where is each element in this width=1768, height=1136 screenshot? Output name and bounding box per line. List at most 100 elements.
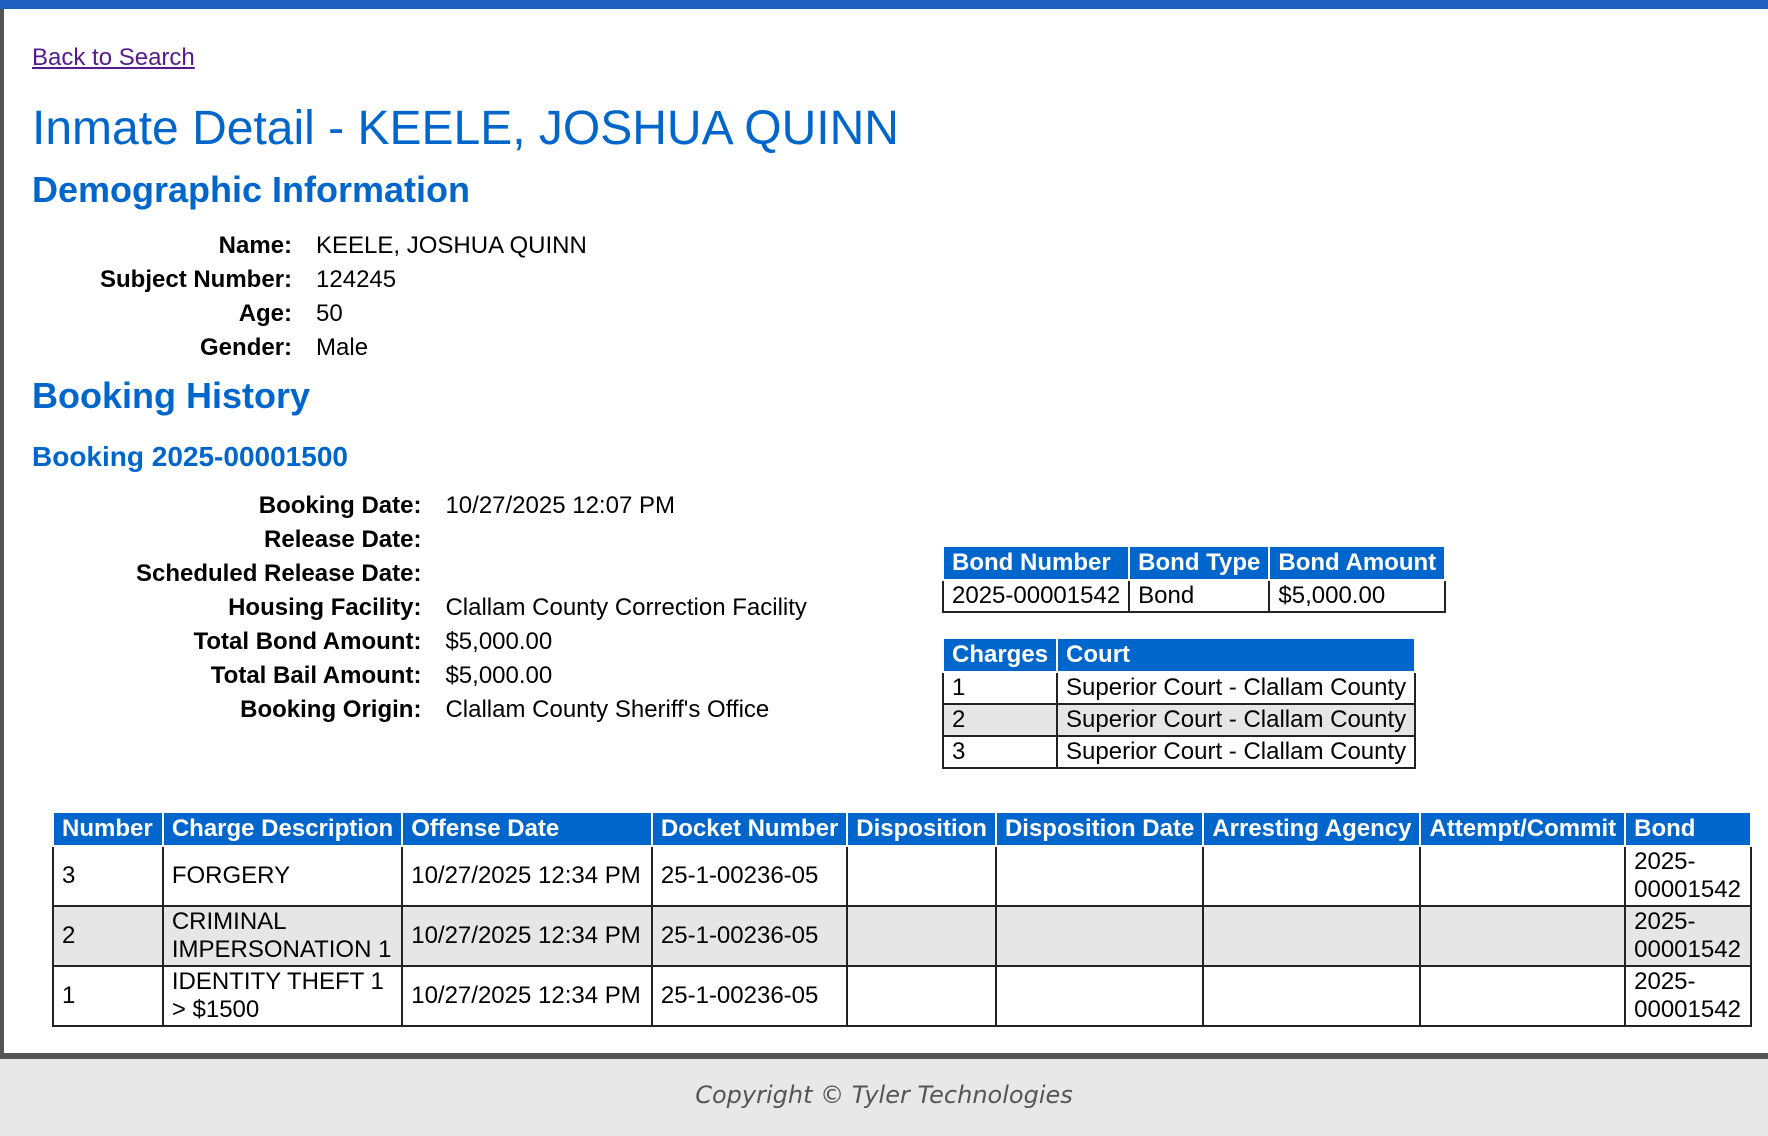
disposition-cell <box>846 905 997 967</box>
charge-number-cell: 1 <box>52 965 164 1027</box>
charges-table: Number Charge Description Offense Date D… <box>52 811 1752 1027</box>
top-accent-bar <box>0 0 1768 9</box>
court-header-row: Charges Court <box>941 637 1417 673</box>
bond-number-cell: 2025-00001542 <box>941 579 1131 613</box>
booking-label: Scheduled Release Date: <box>136 560 422 587</box>
booking-history-heading: Booking History <box>32 375 311 416</box>
booking-value: $5,000.00 <box>445 628 553 655</box>
disposition-date-cell <box>994 845 1205 907</box>
bond-row: 2025-00001542 Bond $5,000.00 <box>941 579 1447 613</box>
court-row: 1 Superior Court - Clallam County <box>941 671 1417 705</box>
court-row: 2 Superior Court - Clallam County <box>941 703 1417 737</box>
docket-number-cell: 25-1-00236-05 <box>650 845 849 907</box>
demographic-label: Age: <box>238 300 293 327</box>
offense-date-cell: 10/27/2025 12:34 PM <box>401 965 653 1027</box>
bond-type-cell: Bond <box>1128 579 1271 613</box>
charge-description-cell: IDENTITY THEFT 1 > $1500 <box>161 965 404 1027</box>
charge-row: 3 FORGERY 10/27/2025 12:34 PM 25-1-00236… <box>52 845 1752 907</box>
booking-value: $5,000.00 <box>445 662 553 689</box>
booking-row: Booking Origin: Clallam County Sheriff's… <box>136 693 807 727</box>
court-name-cell: Superior Court - Clallam County <box>1056 735 1417 769</box>
booking-row: Total Bond Amount: $5,000.00 <box>136 625 807 659</box>
bond-amount-cell: $5,000.00 <box>1268 579 1447 613</box>
docket-number-cell: 25-1-00236-05 <box>650 965 849 1027</box>
charges-header: Bond <box>1624 811 1752 847</box>
demographic-table: Name: KEELE, JOSHUA QUINN Subject Number… <box>100 229 587 365</box>
booking-value: 10/27/2025 12:07 PM <box>445 492 675 519</box>
bond-header: Bond Amount <box>1268 545 1447 581</box>
charge-bond-cell: 2025-00001542 <box>1624 965 1752 1027</box>
court-charge-cell: 2 <box>941 703 1059 737</box>
charge-bond-cell: 2025-00001542 <box>1624 845 1752 907</box>
demographic-heading: Demographic Information <box>32 169 471 210</box>
booking-value: Clallam County Correction Facility <box>445 594 807 621</box>
charges-header: Attempt/Commit <box>1419 811 1627 847</box>
booking-value <box>445 557 806 591</box>
bond-header: Bond Number <box>941 545 1131 581</box>
booking-label: Booking Date: <box>258 492 422 519</box>
court-name-cell: Superior Court - Clallam County <box>1056 703 1417 737</box>
booking-row: Housing Facility: Clallam County Correct… <box>136 591 807 625</box>
demographic-row: Age: 50 <box>100 297 587 331</box>
arresting-agency-cell <box>1202 905 1422 967</box>
bond-header: Bond Type <box>1128 545 1271 581</box>
booking-value <box>445 523 806 557</box>
offense-date-cell: 10/27/2025 12:34 PM <box>401 905 653 967</box>
charges-header: Arresting Agency <box>1202 811 1422 847</box>
booking-row: Total Bail Amount: $5,000.00 <box>136 659 807 693</box>
demographic-value: 50 <box>316 300 343 327</box>
page-title: Inmate Detail - KEELE, JOSHUA QUINN <box>32 102 899 155</box>
charge-description-cell: CRIMINAL IMPERSONATION 1 <box>161 905 404 967</box>
court-charge-cell: 1 <box>941 671 1059 705</box>
bond-table: Bond Number Bond Type Bond Amount 2025-0… <box>941 545 1447 613</box>
back-to-search-link[interactable]: Back to Search <box>32 44 195 72</box>
arresting-agency-cell <box>1202 965 1422 1027</box>
booking-heading: Booking 2025-00001500 <box>32 441 348 472</box>
charges-header: Docket Number <box>650 811 849 847</box>
booking-details-table: Booking Date: 10/27/2025 12:07 PM Releas… <box>136 489 807 727</box>
disposition-date-cell <box>994 905 1205 967</box>
charge-number-cell: 3 <box>52 845 164 907</box>
court-header: Charges <box>941 637 1059 673</box>
content-frame: Back to Search Inmate Detail - KEELE, JO… <box>0 9 1764 1053</box>
charge-description-cell: FORGERY <box>161 845 404 907</box>
booking-label: Booking Origin: <box>240 696 422 723</box>
attempt-commit-cell <box>1419 965 1627 1027</box>
charge-number-cell: 2 <box>52 905 164 967</box>
booking-row: Release Date: <box>136 523 807 557</box>
charge-row: 1 IDENTITY THEFT 1 > $1500 10/27/2025 12… <box>52 965 1752 1027</box>
booking-label: Release Date: <box>264 526 422 553</box>
attempt-commit-cell <box>1419 905 1627 967</box>
demographic-value: KEELE, JOSHUA QUINN <box>316 232 587 259</box>
booking-value: Clallam County Sheriff's Office <box>445 696 770 723</box>
disposition-cell <box>846 965 997 1027</box>
demographic-row: Name: KEELE, JOSHUA QUINN <box>100 229 587 263</box>
demographic-row: Subject Number: 124245 <box>100 263 587 297</box>
charges-header: Number <box>52 811 164 847</box>
charges-header-row: Number Charge Description Offense Date D… <box>52 811 1752 847</box>
disposition-cell <box>846 845 997 907</box>
copyright-text: Copyright © Tyler Technologies <box>695 1081 1073 1109</box>
booking-row: Scheduled Release Date: <box>136 557 807 591</box>
demographic-value: Male <box>316 334 369 361</box>
booking-label: Housing Facility: <box>228 594 422 621</box>
demographic-value: 124245 <box>316 266 397 293</box>
footer: Copyright © Tyler Technologies <box>0 1053 1768 1136</box>
disposition-date-cell <box>994 965 1205 1027</box>
demographic-row: Gender: Male <box>100 331 587 365</box>
court-header: Court <box>1056 637 1417 673</box>
charges-header: Offense Date <box>401 811 653 847</box>
demographic-label: Subject Number: <box>100 266 293 293</box>
docket-number-cell: 25-1-00236-05 <box>650 905 849 967</box>
court-row: 3 Superior Court - Clallam County <box>941 735 1417 769</box>
demographic-label: Gender: <box>200 334 293 361</box>
charges-header: Disposition <box>846 811 997 847</box>
court-table: Charges Court 1 Superior Court - Clallam… <box>941 637 1417 769</box>
charges-header: Charge Description <box>161 811 404 847</box>
booking-label: Total Bail Amount: <box>210 662 422 689</box>
court-charge-cell: 3 <box>941 735 1059 769</box>
charge-row: 2 CRIMINAL IMPERSONATION 1 10/27/2025 12… <box>52 905 1752 967</box>
booking-label: Total Bond Amount: <box>193 628 422 655</box>
attempt-commit-cell <box>1419 845 1627 907</box>
charge-bond-cell: 2025-00001542 <box>1624 905 1752 967</box>
